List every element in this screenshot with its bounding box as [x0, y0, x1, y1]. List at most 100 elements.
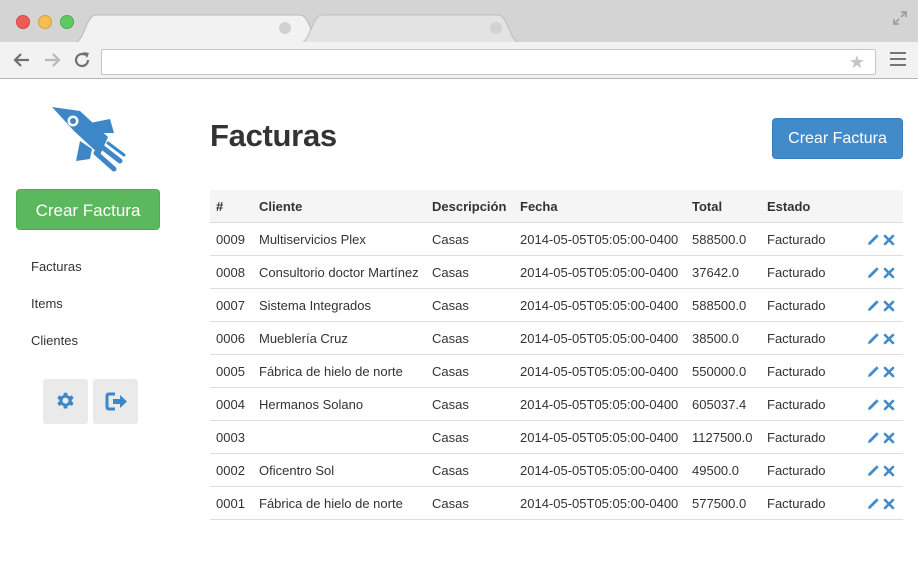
sidebar-item-items[interactable]: Items — [31, 297, 82, 335]
remove-icon[interactable] — [883, 333, 895, 345]
settings-button[interactable] — [43, 379, 88, 424]
cell-descripcion: Casas — [426, 321, 514, 355]
cell-total: 588500.0 — [686, 288, 761, 322]
sidebar-item-facturas[interactable]: Facturas — [31, 260, 82, 298]
cell-total: 577500.0 — [686, 486, 761, 520]
header-estado[interactable]: Estado — [761, 190, 857, 223]
remove-icon[interactable] — [883, 366, 895, 378]
cell-descripcion: Casas — [426, 288, 514, 322]
logout-button[interactable] — [93, 379, 138, 424]
cell-actions — [857, 453, 903, 487]
cell-cliente: Fábrica de hielo de norte — [253, 486, 426, 520]
cell-id[interactable]: 0006 — [210, 321, 253, 355]
table-header-row: # Cliente Descripción Fecha Total Estado — [210, 190, 903, 223]
remove-icon[interactable] — [883, 432, 895, 444]
header-total[interactable]: Total — [686, 190, 761, 223]
cell-cliente: Sistema Integrados — [253, 288, 426, 322]
minimize-window-button[interactable] — [38, 15, 52, 29]
address-bar[interactable]: ★ — [101, 49, 876, 75]
cell-estado: Facturado — [761, 222, 857, 256]
reload-icon[interactable] — [72, 50, 92, 70]
back-arrow-icon[interactable] — [12, 50, 32, 70]
cell-id[interactable]: 0009 — [210, 222, 253, 256]
cell-id[interactable]: 0007 — [210, 288, 253, 322]
browser-menu-icon[interactable] — [890, 52, 906, 68]
browser-tab-active[interactable] — [74, 13, 322, 43]
cell-id[interactable]: 0002 — [210, 453, 253, 487]
cell-id[interactable]: 0001 — [210, 486, 253, 520]
invoices-table: # Cliente Descripción Fecha Total Estado… — [210, 190, 903, 520]
cell-actions — [857, 387, 903, 421]
cell-estado: Facturado — [761, 288, 857, 322]
remove-icon[interactable] — [883, 234, 895, 246]
cell-total: 49500.0 — [686, 453, 761, 487]
create-invoice-sidebar-button[interactable]: Crear Factura — [16, 189, 160, 230]
pencil-icon[interactable] — [867, 366, 879, 378]
cell-estado: Facturado — [761, 387, 857, 421]
cell-fecha: 2014-05-05T05:05:00-0400 — [514, 354, 686, 388]
cell-actions — [857, 321, 903, 355]
header-fecha[interactable]: Fecha — [514, 190, 686, 223]
remove-icon[interactable] — [883, 267, 895, 279]
pencil-icon[interactable] — [867, 432, 879, 444]
cell-descripcion: Casas — [426, 387, 514, 421]
create-invoice-button[interactable]: Crear Factura — [772, 118, 903, 159]
cell-estado: Facturado — [761, 255, 857, 289]
maximize-window-button[interactable] — [60, 15, 74, 29]
remove-icon[interactable] — [883, 465, 895, 477]
cell-descripcion: Casas — [426, 354, 514, 388]
tab-close-icon[interactable] — [279, 22, 291, 34]
cell-actions — [857, 486, 903, 520]
cell-id[interactable]: 0004 — [210, 387, 253, 421]
remove-icon[interactable] — [883, 498, 895, 510]
cell-cliente: Hermanos Solano — [253, 387, 426, 421]
cell-total: 588500.0 — [686, 222, 761, 256]
forward-arrow-icon[interactable] — [42, 50, 62, 70]
cell-total: 37642.0 — [686, 255, 761, 289]
remove-icon[interactable] — [883, 300, 895, 312]
pencil-icon[interactable] — [867, 300, 879, 312]
pencil-icon[interactable] — [867, 333, 879, 345]
remove-icon[interactable] — [883, 399, 895, 411]
cell-descripcion: Casas — [426, 486, 514, 520]
cell-actions — [857, 354, 903, 388]
cell-fecha: 2014-05-05T05:05:00-0400 — [514, 321, 686, 355]
pencil-icon[interactable] — [867, 234, 879, 246]
pencil-icon[interactable] — [867, 267, 879, 279]
header-descripcion[interactable]: Descripción — [426, 190, 514, 223]
cell-total: 550000.0 — [686, 354, 761, 388]
cell-fecha: 2014-05-05T05:05:00-0400 — [514, 486, 686, 520]
browser-tab[interactable] — [300, 13, 520, 43]
bookmark-star-icon[interactable]: ★ — [849, 52, 865, 72]
table-row: 0005 Fábrica de hielo de norte Casas 2014-0… — [210, 354, 903, 388]
cell-id[interactable]: 0003 — [210, 420, 253, 454]
cell-descripcion: Casas — [426, 255, 514, 289]
table-row: 0007 Sistema Integrados Casas 2014-05-05T05… — [210, 288, 903, 322]
cell-id[interactable]: 0008 — [210, 255, 253, 289]
pencil-icon[interactable] — [867, 498, 879, 510]
cell-cliente: Multiservicios Plex — [253, 222, 426, 256]
header-cliente[interactable]: Cliente — [253, 190, 426, 223]
sign-out-icon — [105, 392, 127, 411]
table-row: 0003 Casas 2014-05-05T05:05:00-0400 1127500… — [210, 420, 903, 454]
tab-close-icon[interactable] — [490, 22, 502, 34]
cell-descripcion: Casas — [426, 453, 514, 487]
table-row: 0008 Consultorio doctor Martínez Casas 2014… — [210, 255, 903, 289]
pencil-icon[interactable] — [867, 399, 879, 411]
table-row: 0009 Multiservicios Plex Casas 2014-05-05T0… — [210, 222, 903, 256]
title-bar — [0, 0, 918, 43]
rocket-icon — [52, 107, 126, 172]
sidebar-item-clientes[interactable]: Clientes — [31, 334, 82, 372]
cell-estado: Facturado — [761, 321, 857, 355]
cell-id[interactable]: 0005 — [210, 354, 253, 388]
sidebar-nav: Facturas Items Clientes — [31, 260, 82, 372]
header-id[interactable]: # — [210, 190, 253, 223]
pencil-icon[interactable] — [867, 465, 879, 477]
close-window-button[interactable] — [16, 15, 30, 29]
table-row: 0001 Fábrica de hielo de norte Casas 2014-0… — [210, 486, 903, 520]
browser-toolbar: ★ — [0, 42, 918, 78]
cell-estado: Facturado — [761, 453, 857, 487]
cell-actions — [857, 288, 903, 322]
cell-descripcion: Casas — [426, 222, 514, 256]
fullscreen-icon[interactable] — [892, 10, 908, 26]
